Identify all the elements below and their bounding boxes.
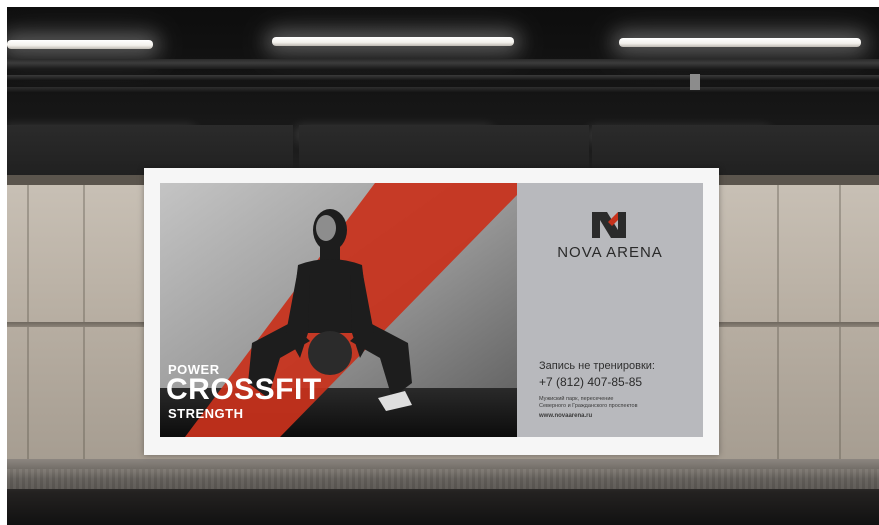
address-line: Северного и Гражданского проспектов [539, 403, 638, 409]
ceiling-light [272, 37, 514, 46]
headline-crossfit: CROSSFIT [166, 373, 322, 406]
ceiling-light [7, 40, 153, 49]
website-url: www.novaarena.ru [539, 413, 593, 419]
ceiling-beam [7, 59, 879, 69]
ceiling-pipe [7, 87, 879, 93]
ceiling-light [619, 38, 861, 47]
info-panel: NOVA ARENA Запись не тренировки: +7 (812… [517, 183, 703, 437]
platform-edge [7, 469, 879, 489]
billboard: POWER CROSSFIT STRENGTH NOVA ARENA Запис… [144, 168, 719, 455]
tile-joint [777, 175, 779, 461]
signup-text: Запись не тренировки: [539, 360, 655, 372]
phone-number: +7 (812) 407-85-85 [539, 375, 643, 389]
pipe-bracket [690, 74, 700, 90]
athlete-photo: POWER CROSSFIT STRENGTH [160, 183, 517, 437]
nova-arena-logo-icon [592, 212, 626, 238]
tile-joint [839, 175, 841, 461]
headline-strength: STRENGTH [168, 406, 244, 421]
tile-joint [27, 175, 29, 461]
brand-name: NOVA ARENA [557, 244, 663, 261]
ceiling-pipe [7, 75, 879, 81]
address-line: Мужиский парк, пересечение [539, 396, 614, 402]
address-text: Мужиский парк, пересечение Северного и Г… [539, 396, 689, 410]
subway-scene: POWER CROSSFIT STRENGTH NOVA ARENA Запис… [7, 7, 879, 525]
tile-joint [83, 175, 85, 461]
